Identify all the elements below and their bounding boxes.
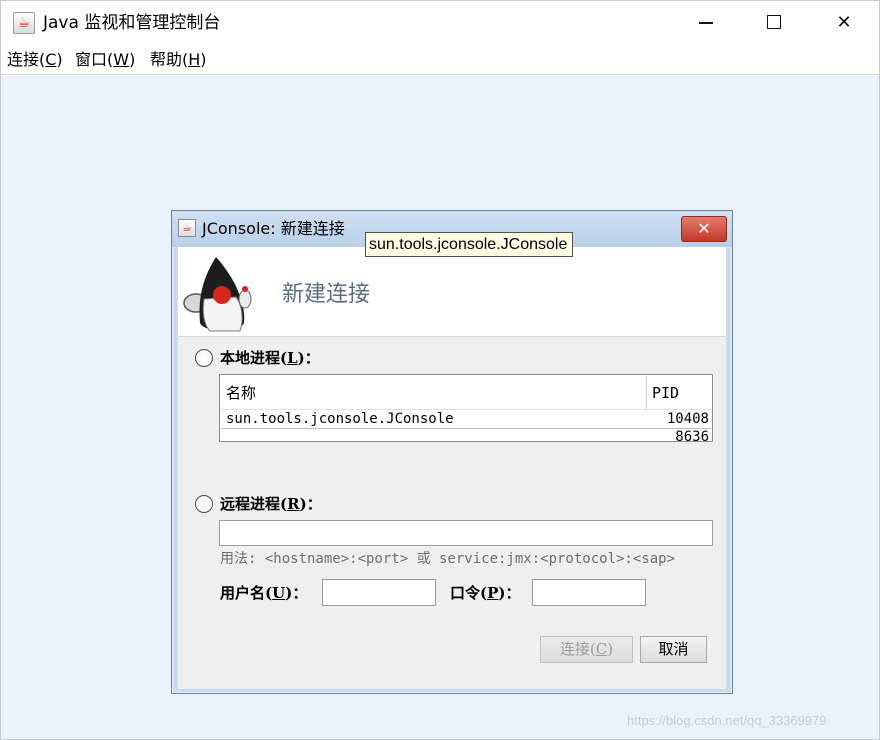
process-pid-cell: 10408 [666, 411, 709, 427]
dialog-title: JConsole: 新建连接 [202, 219, 345, 238]
main-window: ☕ Java 监视和管理控制台 ✕ 连接(C) 窗口(W) 帮助(H) ☕ JC… [0, 0, 880, 740]
dialog-content: 新建连接 本地进程(L)： 名称 PID sun.tools.jconsole.… [178, 247, 726, 689]
close-icon: ✕ [836, 12, 852, 33]
table-row[interactable]: 8636 [221, 428, 711, 445]
column-header-pid[interactable]: PID [648, 376, 711, 410]
maximize-icon [767, 14, 781, 29]
username-input[interactable] [322, 579, 436, 606]
local-process-radio[interactable] [195, 349, 213, 367]
menu-help[interactable]: 帮助(H) [150, 49, 207, 71]
remote-process-radio[interactable] [195, 495, 213, 513]
process-pid-cell: 8636 [675, 429, 709, 445]
tooltip: sun.tools.jconsole.JConsole [365, 232, 573, 257]
minimize-button[interactable] [683, 1, 729, 45]
close-button[interactable]: ✕ [821, 1, 867, 45]
java-coffee-icon: ☕ [13, 12, 35, 34]
username-label: 用户名(U)： [220, 584, 308, 602]
process-name-cell: sun.tools.jconsole.JConsole [226, 411, 454, 427]
java-coffee-icon: ☕ [178, 219, 196, 237]
menu-bar: 连接(C) 窗口(W) 帮助(H) [1, 45, 879, 75]
cancel-button[interactable]: 取消 [640, 636, 707, 663]
local-process-label: 本地进程(L)： [220, 349, 320, 367]
password-label: 口令(P)： [450, 584, 521, 602]
table-row[interactable]: sun.tools.jconsole.JConsole 10408 [221, 411, 711, 427]
dialog-close-button[interactable]: ✕ [681, 216, 727, 242]
watermark: https://blog.csdn.net/qq_33369979 [627, 713, 827, 728]
usage-hint: 用法: <hostname>:<port> 或 service:jmx:<pro… [220, 551, 676, 567]
new-connection-dialog: ☕ JConsole: 新建连接 ✕ 新建连接 本地进程(L)： 名称 PID … [171, 210, 733, 694]
local-process-table: 名称 PID sun.tools.jconsole.JConsole 10408… [219, 374, 713, 445]
password-input[interactable] [532, 579, 646, 606]
duke-mascot-icon [183, 257, 252, 332]
dialog-banner: 新建连接 [178, 247, 726, 337]
minimize-icon [699, 22, 713, 24]
maximize-button[interactable] [751, 1, 797, 45]
remote-process-label: 远程进程(R)： [220, 495, 322, 513]
window-title: Java 监视和管理控制台 [43, 13, 221, 33]
remote-process-input[interactable] [219, 520, 713, 546]
banner-title: 新建连接 [282, 282, 371, 307]
menu-window[interactable]: 窗口(W) [75, 49, 135, 71]
close-icon: ✕ [697, 219, 711, 238]
column-header-name[interactable]: 名称 [221, 376, 647, 410]
menu-connect[interactable]: 连接(C) [7, 49, 63, 71]
title-bar[interactable]: ☕ Java 监视和管理控制台 ✕ [1, 1, 879, 45]
connect-button[interactable]: 连接(C) [540, 636, 633, 663]
